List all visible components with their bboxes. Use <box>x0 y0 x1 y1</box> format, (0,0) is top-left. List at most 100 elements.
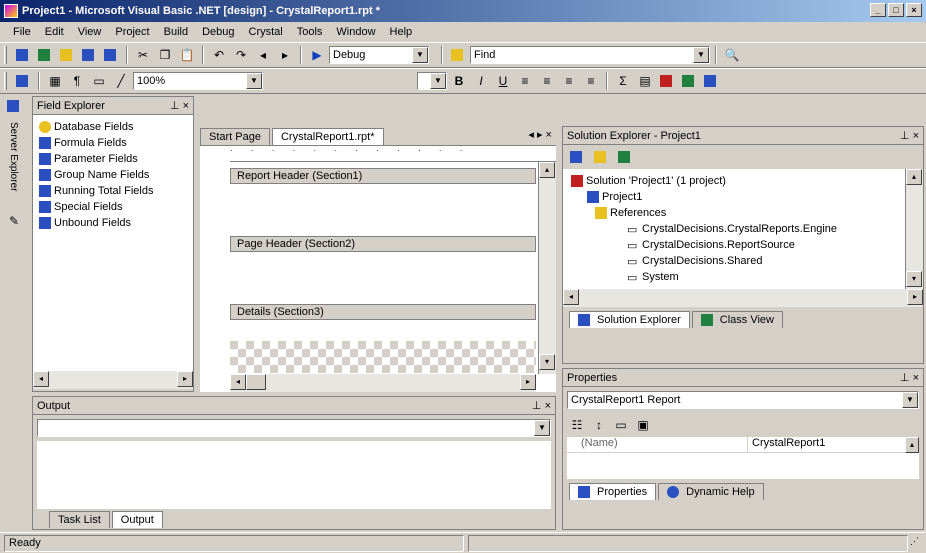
paste-icon[interactable]: 📋 <box>177 45 197 65</box>
section-report-header[interactable]: Report Header (Section1) <box>230 168 536 184</box>
scroll-right-icon[interactable]: ▸ <box>520 374 536 390</box>
scroll-down-icon[interactable]: ▾ <box>906 271 922 287</box>
tree-item-group-name-fields[interactable]: Group Name Fields <box>39 167 193 183</box>
pin-icon[interactable]: ⊥ <box>900 372 910 384</box>
tree-item-ref-system[interactable]: ▭ System <box>571 269 923 285</box>
scroll-right-icon[interactable]: ▸ <box>907 289 923 305</box>
server-explorer-tab[interactable]: Server Explorer <box>8 122 19 191</box>
find-icon[interactable]: 🔍 <box>722 45 742 65</box>
menu-project[interactable]: Project <box>108 26 156 38</box>
close-icon[interactable]: × <box>913 372 919 384</box>
menu-crystal[interactable]: Crystal <box>242 26 290 38</box>
menu-tools[interactable]: Tools <box>290 26 330 38</box>
new-project-icon[interactable] <box>13 45 33 65</box>
output-text[interactable] <box>37 441 551 509</box>
save-all-icon[interactable] <box>101 45 121 65</box>
close-icon[interactable]: × <box>545 400 551 412</box>
events-icon[interactable]: ▣ <box>633 415 653 435</box>
scroll-up-icon[interactable]: ▴ <box>905 437 919 453</box>
chevron-down-icon[interactable]: ▼ <box>246 73 262 89</box>
categorized-icon[interactable]: ☷ <box>567 415 587 435</box>
page-header-body[interactable] <box>230 252 536 304</box>
subreport-icon[interactable] <box>701 71 721 91</box>
tree-item-database-fields[interactable]: Database Fields <box>39 119 193 135</box>
close-icon[interactable]: × <box>183 100 189 112</box>
pin-icon[interactable]: ⊥ <box>900 130 910 142</box>
line-icon[interactable]: ╱ <box>111 71 131 91</box>
chevron-down-icon[interactable]: ▼ <box>534 420 550 436</box>
section-page-header[interactable]: Page Header (Section2) <box>230 236 536 252</box>
tree-item-project[interactable]: Project1 <box>571 189 923 205</box>
field-icon[interactable]: ▦ <box>45 71 65 91</box>
scroll-up-icon[interactable]: ▴ <box>539 162 555 178</box>
justify-icon[interactable]: ≡ <box>581 71 601 91</box>
text-object-icon[interactable]: ¶ <box>67 71 87 91</box>
scroll-down-icon[interactable]: ▾ <box>539 354 555 370</box>
start-icon[interactable]: ▶ <box>307 45 327 65</box>
tab-crystalreport[interactable]: CrystalReport1.rpt* <box>271 128 384 145</box>
select-icon[interactable] <box>13 71 33 91</box>
pin-icon[interactable]: ⊥ <box>170 100 180 112</box>
alphabetical-icon[interactable]: ↕ <box>589 415 609 435</box>
undo-icon[interactable]: ↶ <box>209 45 229 65</box>
close-icon[interactable]: × <box>913 130 919 142</box>
server-explorer-icon[interactable] <box>4 96 24 116</box>
chevron-down-icon[interactable]: ▼ <box>902 392 918 408</box>
copy-icon[interactable]: ❐ <box>155 45 175 65</box>
property-pages-icon[interactable]: ▭ <box>611 415 631 435</box>
menu-view[interactable]: View <box>71 26 109 38</box>
save-icon[interactable] <box>79 45 99 65</box>
property-value[interactable]: CrystalReport1 <box>747 437 919 452</box>
chart-icon[interactable]: ▤ <box>635 71 655 91</box>
maximize-button[interactable]: □ <box>888 3 904 17</box>
resize-grip-icon[interactable]: ⋰ <box>910 536 924 550</box>
pin-icon[interactable]: ⊥ <box>532 400 542 412</box>
menu-help[interactable]: Help <box>383 26 420 38</box>
menu-edit[interactable]: Edit <box>38 26 71 38</box>
report-header-body[interactable] <box>230 184 536 236</box>
editor-horizontal-scrollbar[interactable]: ◂ ▸ <box>230 374 536 392</box>
open-icon[interactable] <box>57 45 77 65</box>
menu-window[interactable]: Window <box>329 26 382 38</box>
properties-icon[interactable] <box>567 147 587 167</box>
sum-icon[interactable]: Σ <box>613 71 633 91</box>
scroll-right-icon[interactable]: ▸ <box>177 371 193 387</box>
scroll-up-icon[interactable]: ▴ <box>906 169 922 185</box>
olap-icon[interactable] <box>679 71 699 91</box>
tree-item-solution[interactable]: Solution 'Project1' (1 project) <box>571 173 923 189</box>
tree-item-formula-fields[interactable]: Formula Fields <box>39 135 193 151</box>
property-row[interactable]: (Name) CrystalReport1 <box>567 437 919 453</box>
tab-task-list[interactable]: Task List <box>49 511 110 528</box>
menu-debug[interactable]: Debug <box>195 26 241 38</box>
tab-output[interactable]: Output <box>111 511 163 528</box>
tree-item-special-fields[interactable]: Special Fields <box>39 199 193 215</box>
nav-back-icon[interactable]: ◂ <box>253 45 273 65</box>
tree-item-ref-reportsource[interactable]: ▭ CrystalDecisions.ReportSource <box>571 237 923 253</box>
menu-file[interactable]: File <box>6 26 38 38</box>
tab-solution-explorer[interactable]: Solution Explorer <box>569 311 690 328</box>
cut-icon[interactable]: ✂ <box>133 45 153 65</box>
menu-build[interactable]: Build <box>157 26 195 38</box>
section-details[interactable]: Details (Section3) <box>230 304 536 320</box>
nav-forward-icon[interactable]: ▸ <box>275 45 295 65</box>
horizontal-scrollbar[interactable]: ◂ ▸ <box>33 371 193 389</box>
tree-item-ref-shared[interactable]: ▭ CrystalDecisions.Shared <box>571 253 923 269</box>
chevron-down-icon[interactable]: ▼ <box>412 47 428 63</box>
align-left-icon[interactable]: ≡ <box>515 71 535 91</box>
bold-icon[interactable]: B <box>449 71 469 91</box>
tab-properties[interactable]: Properties <box>569 483 657 500</box>
tab-start-page[interactable]: Start Page <box>200 128 270 145</box>
minimize-button[interactable]: _ <box>870 3 886 17</box>
chevron-down-icon[interactable]: ▼ <box>430 73 446 89</box>
align-right-icon[interactable]: ≡ <box>559 71 579 91</box>
chevron-down-icon[interactable]: ▼ <box>693 47 709 63</box>
tab-class-view[interactable]: Class View <box>691 311 783 328</box>
close-button[interactable]: × <box>906 3 922 17</box>
solution-horizontal-scrollbar[interactable]: ◂ ▸ <box>563 289 923 307</box>
tree-item-running-total-fields[interactable]: Running Total Fields <box>39 183 193 199</box>
underline-icon[interactable]: U <box>493 71 513 91</box>
object-select[interactable]: CrystalReport1 Report ▼ <box>567 391 919 409</box>
zoom-select[interactable]: 100% ▼ <box>133 72 263 90</box>
italic-icon[interactable]: I <box>471 71 491 91</box>
map-icon[interactable] <box>657 71 677 91</box>
